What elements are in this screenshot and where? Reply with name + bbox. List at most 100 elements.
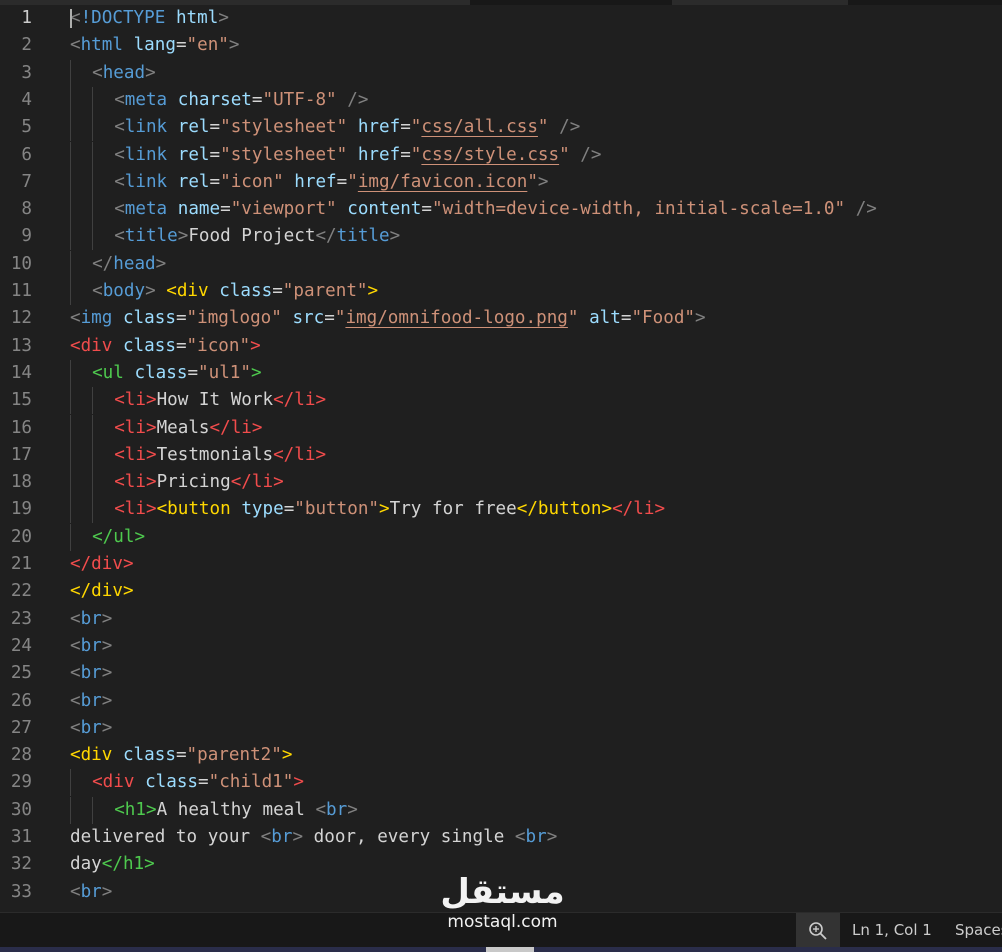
code-line[interactable]: 7 <link rel="icon" href="img/favicon.icon… (0, 168, 1002, 196)
code-line[interactable]: 27 <br> (0, 715, 1002, 742)
code-text: <link rel="icon" href="img/favicon.icon"… (114, 169, 548, 196)
code-token: Food Project (188, 226, 316, 247)
code-token: css/style.css (421, 144, 560, 165)
indent-guide (70, 414, 71, 442)
code-line[interactable]: 12 <img class="imglogo" src="img/omnifood… (0, 305, 1002, 332)
code-line[interactable]: 16 <li>Meals</li> (0, 414, 1002, 442)
code-line[interactable]: 17 <li>Testmonials</li> (0, 441, 1002, 469)
zoom-button[interactable] (796, 913, 840, 948)
code-token: < (70, 308, 81, 329)
code-line[interactable]: 23 <br> (0, 606, 1002, 633)
code-text: </ul> (92, 524, 145, 551)
code-line[interactable]: 3 <head> (0, 59, 1002, 87)
code-line[interactable]: 8 <meta name="viewport" content="width=de… (0, 196, 1002, 224)
code-token: </ul> (92, 526, 146, 547)
code-token: = (209, 144, 221, 165)
code-token: </div> (70, 554, 134, 574)
code-token: "stylesheet" (220, 117, 348, 138)
code-token: "parent" (282, 281, 368, 301)
code-line[interactable]: 9 <title>Food Project</title> (0, 223, 1002, 251)
line-number: 15 (10, 390, 32, 411)
code-token: <div (70, 745, 113, 766)
code-text: <li>Testmonials</li> (114, 442, 326, 469)
code-token: <div (166, 281, 209, 301)
code-token: </ (315, 226, 337, 247)
indent-guide (70, 387, 71, 415)
line-number: 25 (10, 663, 32, 684)
code-line[interactable]: 31 delivered to your <br> door, every sin… (0, 824, 1002, 851)
indent-guide (92, 223, 94, 251)
code-token: = (324, 308, 335, 329)
code-line[interactable]: 28 <div class="parent2"> (0, 742, 1002, 769)
code-token: = (272, 281, 283, 301)
code-line[interactable]: 14 <ul class="ul1"> (0, 359, 1002, 387)
code-line[interactable]: 4 <meta charset="UTF-8" /> (0, 86, 1002, 114)
code-line[interactable]: 10 </head> (0, 250, 1002, 278)
scroll-knob[interactable] (486, 947, 534, 952)
code-line[interactable]: 30 <h1>A healthy meal <br> (0, 796, 1002, 824)
code-text: <img class="imglogo" src="img/omnifood-l… (70, 305, 706, 332)
code-token: > (101, 635, 113, 656)
code-line[interactable]: 24 <br> (0, 633, 1002, 660)
code-text: <title>Food Project</title> (114, 223, 400, 250)
code-token: <li> (114, 444, 157, 465)
code-token: = (209, 171, 221, 192)
code-line[interactable]: 19 <li><button type="button">Try for free… (0, 496, 1002, 524)
code-token: rel (177, 171, 210, 192)
code-token: br (80, 663, 102, 684)
line-number: 32 (10, 854, 32, 875)
indent-guide (70, 523, 71, 551)
code-token: title (124, 226, 178, 247)
code-line[interactable]: 18 <li>Pricing</li> (0, 469, 1002, 497)
code-token: > (281, 745, 293, 766)
code-token: " (410, 144, 422, 165)
code-line[interactable]: 25 <br> (0, 660, 1002, 687)
code-token: = (620, 308, 632, 329)
code-text: <div class="parent2"> (70, 742, 292, 769)
line-number: 21 (10, 554, 32, 574)
code-line[interactable]: 11 <body> <div class="parent"> (0, 278, 1002, 305)
code-line[interactable]: 13 <div class="icon"> (0, 333, 1002, 360)
code-line[interactable]: 26 <br> (0, 688, 1002, 715)
code-line[interactable]: 21 </div> (0, 551, 1002, 578)
code-token: < (70, 717, 81, 738)
code-token: href (357, 117, 401, 138)
code-line[interactable]: 6 <link rel="stylesheet" href="css/style.… (0, 141, 1002, 169)
code-token: /> (855, 199, 877, 220)
code-token: <li> (114, 472, 157, 493)
code-line[interactable]: 2 <html lang="en"> (0, 32, 1002, 59)
code-token: "imglogo" (186, 308, 282, 329)
code-editor[interactable]: 1 <!DOCTYPE html> 2 <html lang="en"> 3 <head>… (0, 5, 1002, 912)
code-line[interactable]: 5 <link rel="stylesheet" href="css/all.cs… (0, 114, 1002, 142)
line-number: 33 (10, 881, 32, 902)
code-token: < (114, 199, 125, 220)
code-text: <head> (92, 60, 156, 87)
code-token: link (124, 117, 168, 138)
indent-guide (92, 196, 94, 224)
line-number: 28 (10, 745, 32, 766)
cursor-position[interactable]: Ln 1, Col 1 (852, 913, 932, 948)
code-token: css/all.css (421, 117, 538, 138)
code-line[interactable]: 20 </ul> (0, 523, 1002, 551)
code-token: > (101, 663, 113, 684)
code-line[interactable]: 1 <!DOCTYPE html> (0, 5, 1002, 32)
code-line[interactable]: 29 <div class="child1"> (0, 769, 1002, 797)
line-number: 3 (21, 62, 32, 83)
code-text: <body> <div class="parent"> (92, 278, 378, 305)
indentation-setting[interactable]: Spaces (955, 913, 1002, 948)
line-number: 26 (10, 690, 32, 711)
code-line[interactable]: 22 </div> (0, 578, 1002, 605)
code-text: <li>Pricing</li> (114, 469, 284, 496)
code-line[interactable]: 15 <li>How It Work</li> (0, 387, 1002, 415)
indent-guide (92, 387, 94, 415)
indent-guide (70, 278, 71, 305)
code-text: <br> (70, 715, 112, 742)
